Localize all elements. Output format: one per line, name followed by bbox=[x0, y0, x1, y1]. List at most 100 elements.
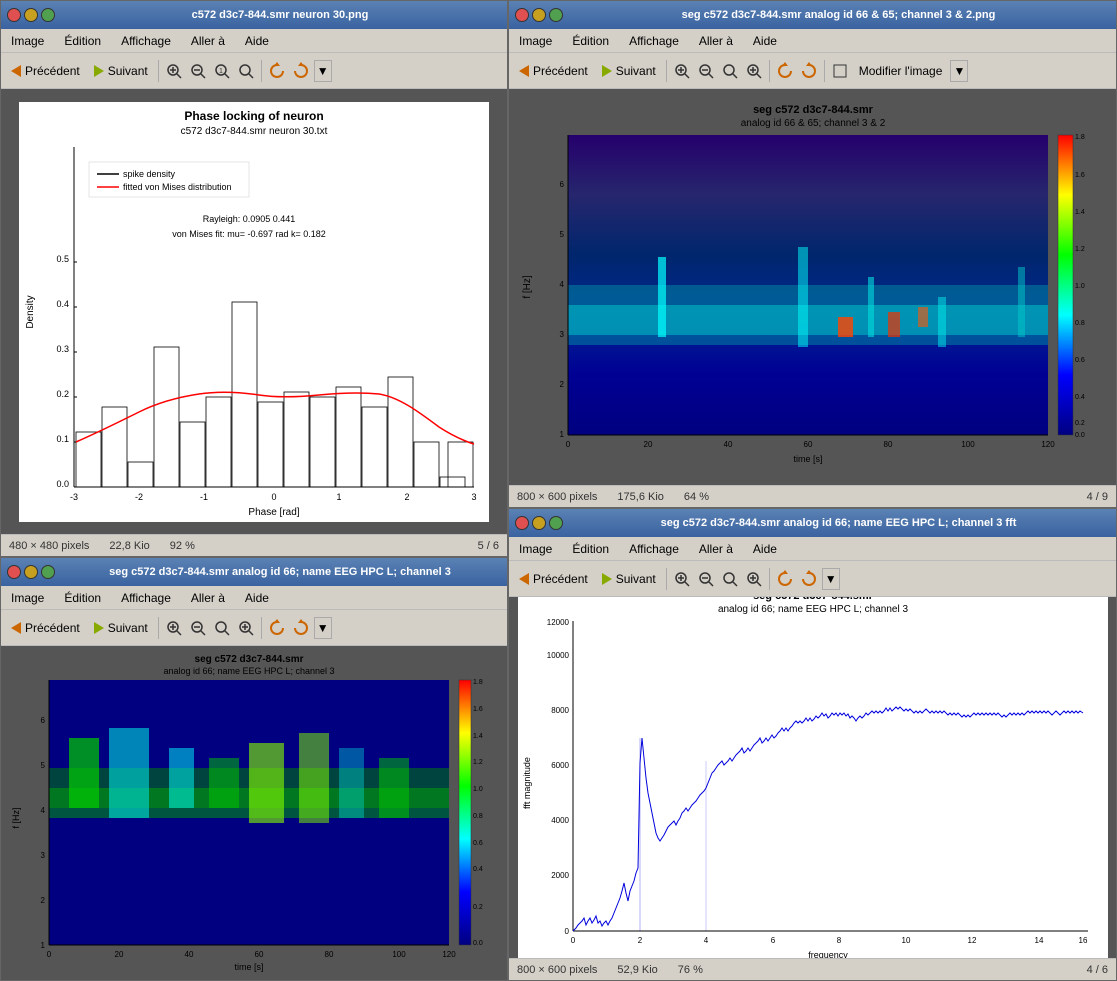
maximize-button-bl[interactable] bbox=[41, 565, 55, 579]
svg-text:4: 4 bbox=[703, 936, 708, 945]
menu-image-bl[interactable]: Image bbox=[5, 589, 50, 607]
menu-allera-tr[interactable]: Aller à bbox=[693, 32, 739, 50]
zoom-in-icon-tr[interactable] bbox=[671, 60, 693, 82]
rotate-ccw-icon[interactable] bbox=[266, 60, 288, 82]
close-button-tr[interactable] bbox=[515, 8, 529, 22]
close-button-br[interactable] bbox=[515, 516, 529, 530]
menu-image-br[interactable]: Image bbox=[513, 540, 558, 558]
titlebar-buttons-bl bbox=[7, 565, 55, 579]
separator-tr bbox=[666, 60, 667, 82]
prev-button-bl[interactable]: Précédent bbox=[5, 619, 86, 637]
menu-image-tr[interactable]: Image bbox=[513, 32, 558, 50]
rotate-cw-icon-bl[interactable] bbox=[290, 617, 312, 639]
zoom-fit-icon-bl[interactable] bbox=[211, 617, 233, 639]
close-button-bl[interactable] bbox=[7, 565, 21, 579]
minimize-button[interactable] bbox=[24, 8, 38, 22]
status-size-br: 52,9 Kio bbox=[617, 964, 657, 976]
menu-allera-bl[interactable]: Aller à bbox=[185, 589, 231, 607]
zoom-in-icon-br[interactable] bbox=[671, 568, 693, 590]
toolbar-bot-left: Précédent Suivant ▼ bbox=[1, 610, 507, 646]
close-button[interactable] bbox=[7, 8, 21, 22]
nav-dropdown-br[interactable]: ▼ bbox=[822, 568, 840, 590]
modify-image-button[interactable]: Modifier l'image bbox=[853, 62, 949, 80]
menu-edition[interactable]: Édition bbox=[58, 32, 107, 50]
menu-aide-bl[interactable]: Aide bbox=[239, 589, 275, 607]
menu-affichage-tr[interactable]: Affichage bbox=[623, 32, 685, 50]
zoom-out-icon-tr[interactable] bbox=[695, 60, 717, 82]
prev-button-tr[interactable]: Précédent bbox=[513, 62, 594, 80]
status-page: 5 / 6 bbox=[478, 540, 499, 552]
svg-text:1.0: 1.0 bbox=[473, 786, 483, 793]
plot-area-top-right: seg c572 d3c7-844.smr analog id 66 & 65;… bbox=[509, 89, 1116, 485]
modify-image-label: Modifier l'image bbox=[859, 64, 943, 78]
next-label: Suivant bbox=[108, 64, 148, 78]
maximize-button-br[interactable] bbox=[549, 516, 563, 530]
next-button-br[interactable]: Suivant bbox=[596, 570, 662, 588]
plot-area-bot-left: seg c572 d3c7-844.smr analog id 66; name… bbox=[1, 646, 507, 980]
svg-text:2: 2 bbox=[404, 492, 409, 502]
svg-text:4: 4 bbox=[559, 280, 564, 289]
rotate-ccw-icon-tr[interactable] bbox=[774, 60, 796, 82]
menu-image[interactable]: Image bbox=[5, 32, 50, 50]
menu-allera[interactable]: Aller à bbox=[185, 32, 231, 50]
menu-aide[interactable]: Aide bbox=[239, 32, 275, 50]
menu-aide-br[interactable]: Aide bbox=[747, 540, 783, 558]
svg-text:1: 1 bbox=[219, 68, 223, 75]
nav-dropdown-tr[interactable]: ▼ bbox=[950, 60, 968, 82]
svg-text:seg c572 d3c7-844.smr: seg c572 d3c7-844.smr bbox=[753, 597, 874, 602]
minimize-button-bl[interactable] bbox=[24, 565, 38, 579]
svg-text:Rayleigh: 0.0905 0.441: Rayleigh: 0.0905 0.441 bbox=[203, 214, 296, 224]
rotate-ccw-icon-br[interactable] bbox=[774, 568, 796, 590]
status-zoom-tr: 64 % bbox=[684, 491, 709, 503]
menu-allera-br[interactable]: Aller à bbox=[693, 540, 739, 558]
zoom-out-icon[interactable] bbox=[187, 60, 209, 82]
window-top-left: c572 d3c7-844.smr neuron 30.png Image Éd… bbox=[0, 0, 508, 557]
menu-affichage[interactable]: Affichage bbox=[115, 32, 177, 50]
zoom-fit-icon-tr[interactable] bbox=[719, 60, 741, 82]
svg-text:3: 3 bbox=[471, 492, 476, 502]
prev-button-br[interactable]: Précédent bbox=[513, 570, 594, 588]
zoom-100-icon-br[interactable] bbox=[743, 568, 765, 590]
prev-button[interactable]: Précédent bbox=[5, 62, 86, 80]
zoom-100-icon-bl[interactable] bbox=[235, 617, 257, 639]
zoom-in-icon-bl[interactable] bbox=[163, 617, 185, 639]
next-button[interactable]: Suivant bbox=[88, 62, 154, 80]
titlebar-buttons bbox=[7, 8, 55, 22]
zoom-in-icon[interactable] bbox=[163, 60, 185, 82]
svg-text:12000: 12000 bbox=[546, 618, 569, 627]
rotate-cw-icon-tr[interactable] bbox=[798, 60, 820, 82]
menu-affichage-br[interactable]: Affichage bbox=[623, 540, 685, 558]
menu-edition-tr[interactable]: Édition bbox=[566, 32, 615, 50]
svg-text:60: 60 bbox=[803, 440, 812, 449]
zoom-out-icon-br[interactable] bbox=[695, 568, 717, 590]
svg-text:fitted von Mises distribution: fitted von Mises distribution bbox=[123, 182, 232, 192]
zoom-100-icon-tr[interactable] bbox=[743, 60, 765, 82]
menu-aide-tr[interactable]: Aide bbox=[747, 32, 783, 50]
zoom-fit-icon[interactable]: 1 bbox=[211, 60, 233, 82]
svg-text:von Mises fit: mu= -0.697 rad: von Mises fit: mu= -0.697 rad k= 0.182 bbox=[172, 229, 326, 239]
zoom-100-icon[interactable] bbox=[235, 60, 257, 82]
next-button-tr[interactable]: Suivant bbox=[596, 62, 662, 80]
maximize-button-tr[interactable] bbox=[549, 8, 563, 22]
zoom-out-icon-bl[interactable] bbox=[187, 617, 209, 639]
menu-affichage-bl[interactable]: Affichage bbox=[115, 589, 177, 607]
svg-text:0.8: 0.8 bbox=[1075, 320, 1085, 327]
minimize-button-tr[interactable] bbox=[532, 8, 546, 22]
menu-edition-bl[interactable]: Édition bbox=[58, 589, 107, 607]
maximize-button[interactable] bbox=[41, 8, 55, 22]
svg-text:8000: 8000 bbox=[551, 706, 569, 715]
separator2-tr bbox=[769, 60, 770, 82]
nav-dropdown[interactable]: ▼ bbox=[314, 60, 332, 82]
rotate-cw-icon-br[interactable] bbox=[798, 568, 820, 590]
nav-dropdown-bl[interactable]: ▼ bbox=[314, 617, 332, 639]
minimize-button-br[interactable] bbox=[532, 516, 546, 530]
svg-text:c572 d3c7-844.smr neuron 30.tx: c572 d3c7-844.smr neuron 30.txt bbox=[181, 126, 328, 137]
menu-edition-br[interactable]: Édition bbox=[566, 540, 615, 558]
zoom-fit-icon-br[interactable] bbox=[719, 568, 741, 590]
status-page-br: 4 / 6 bbox=[1087, 964, 1108, 976]
rotate-cw-icon[interactable] bbox=[290, 60, 312, 82]
svg-text:6: 6 bbox=[559, 180, 564, 189]
rotate-ccw-icon-bl[interactable] bbox=[266, 617, 288, 639]
next-button-bl[interactable]: Suivant bbox=[88, 619, 154, 637]
edit-icon-tr[interactable] bbox=[829, 60, 851, 82]
